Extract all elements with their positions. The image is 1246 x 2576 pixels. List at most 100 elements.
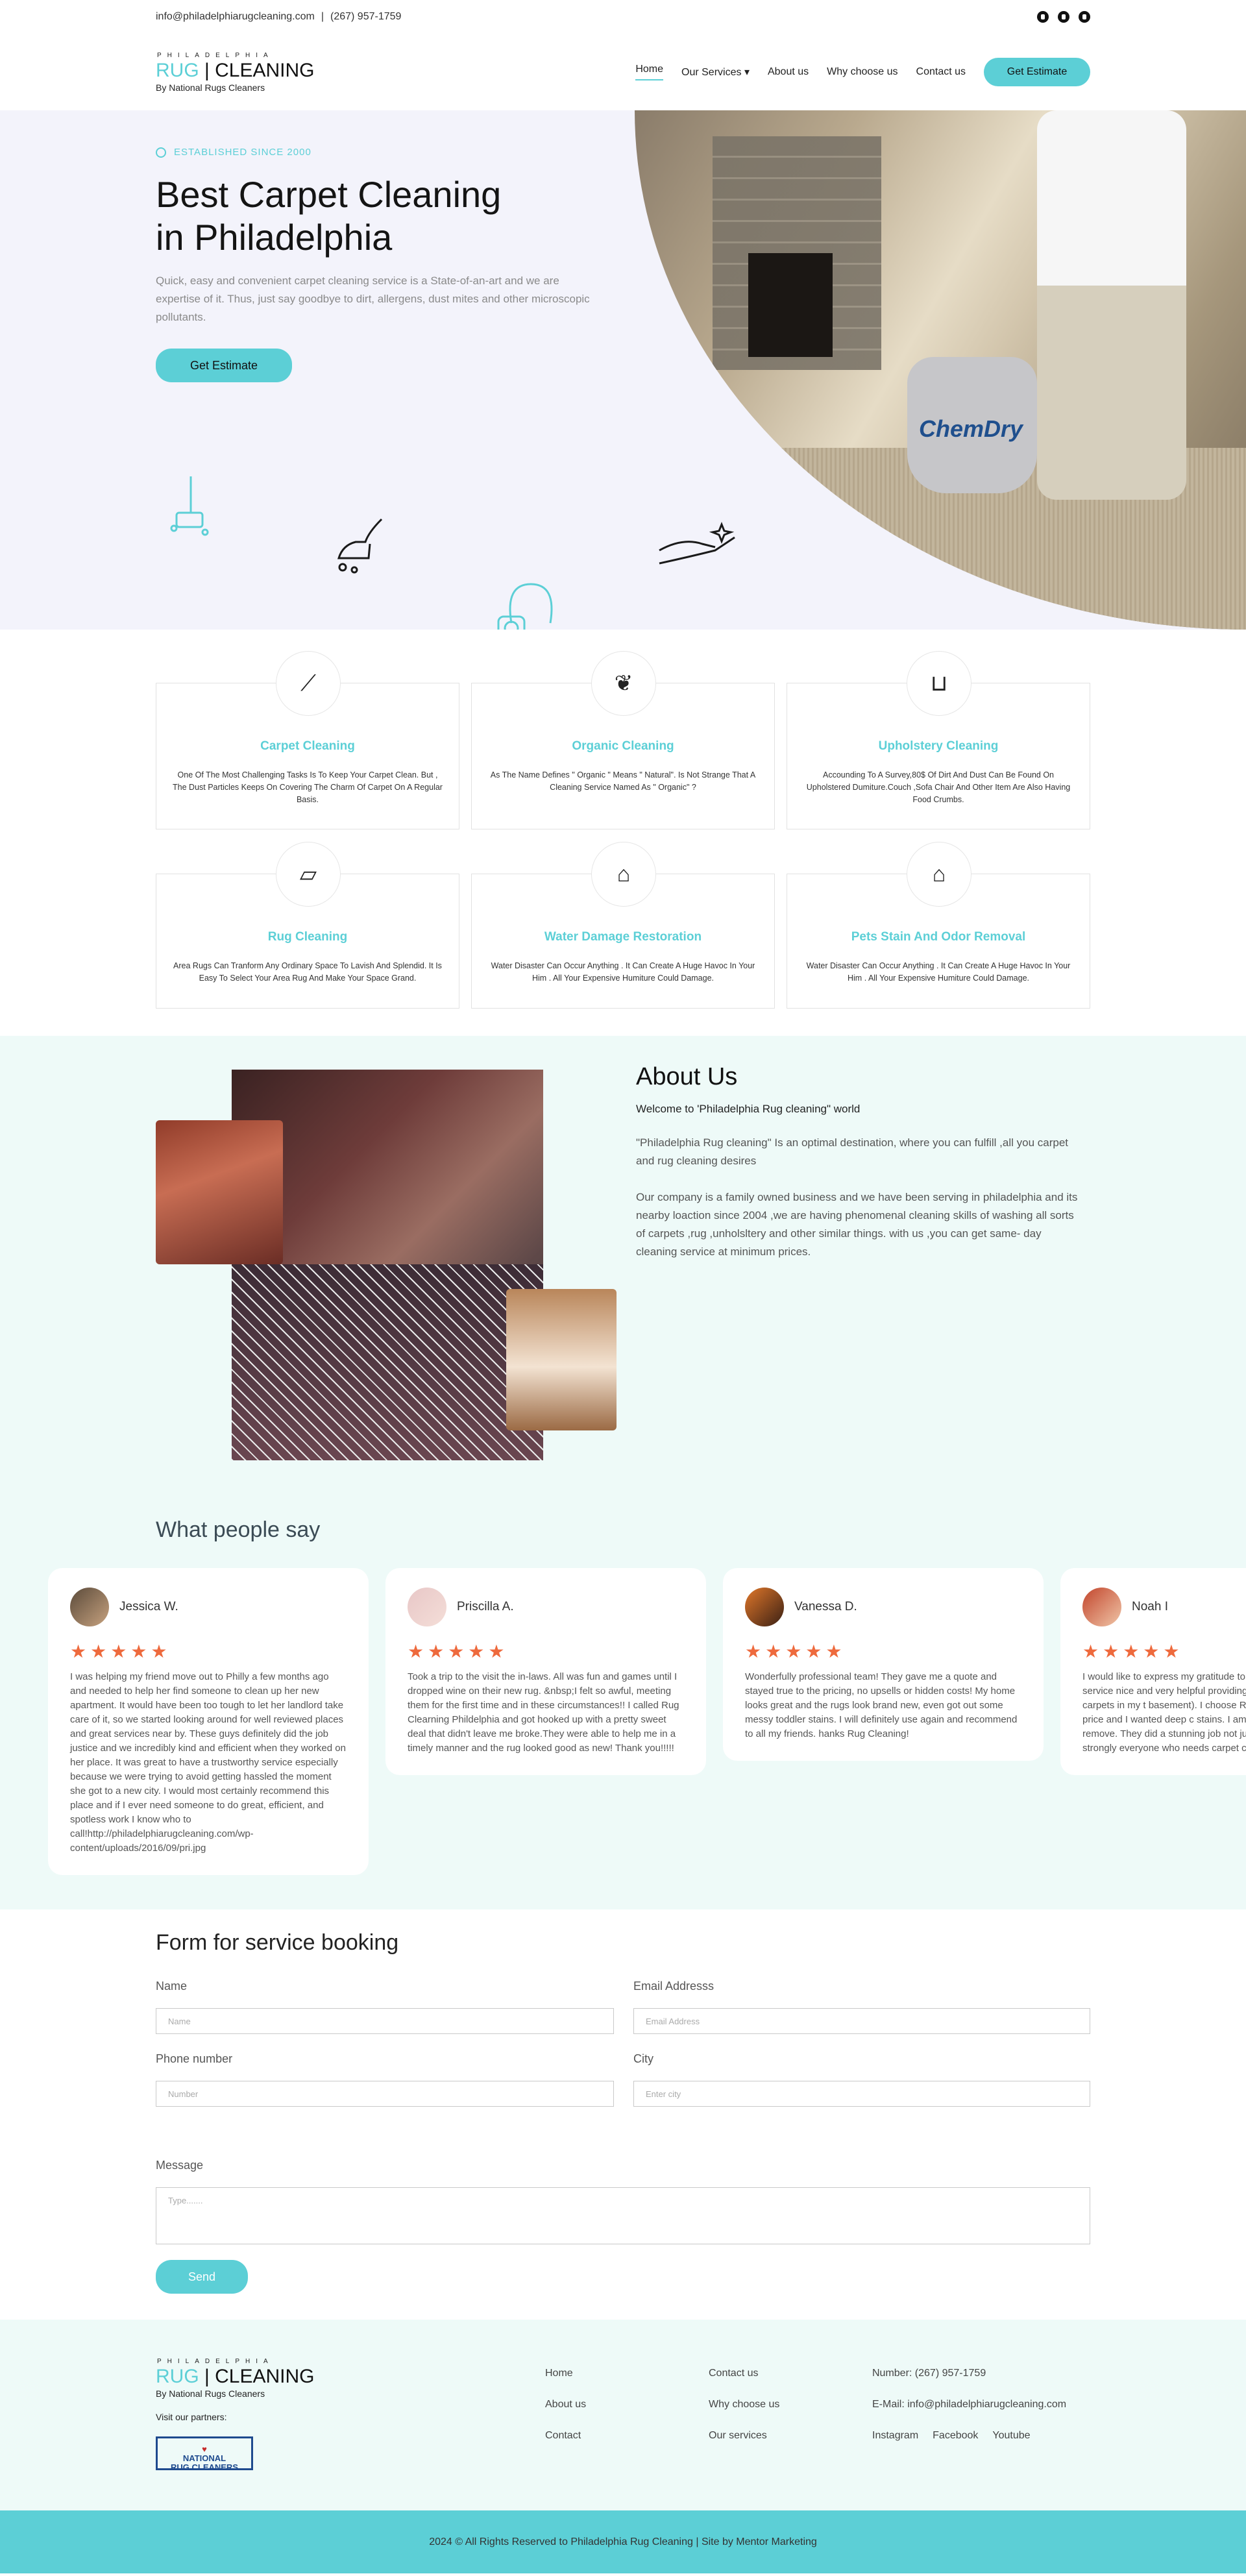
heart-icon: ♥	[202, 2444, 207, 2454]
main-nav: Home Our Services ▾ About us Why choose …	[635, 58, 1090, 86]
services-section: ⟋ Carpet Cleaning One Of The Most Challe…	[0, 630, 1246, 1036]
logo-line1: PHILADELPHIA	[157, 2358, 274, 2365]
about-title: About Us	[636, 1063, 738, 1090]
testimonial-author: Noah I	[1082, 1588, 1224, 1626]
hero-estimate-button[interactable]: Get Estimate	[156, 349, 292, 382]
nav-home[interactable]: Home	[635, 64, 664, 80]
service-card-water[interactable]: ⌂ Water Damage Restoration Water Disaste…	[471, 842, 775, 1009]
top-email-link[interactable]: info@philadelphiarugcleaning.com	[156, 11, 315, 23]
youtube-icon[interactable]	[1079, 11, 1090, 23]
footer-col-1: Home About us Contact	[545, 2368, 586, 2442]
footer-facebook-link[interactable]: Facebook	[933, 2430, 978, 2442]
logo-word1: RUG	[156, 59, 199, 81]
hero-title-line1: Best Carpet Cleaning	[156, 174, 502, 215]
testimonial-card: Jessica W. ★★★★★ I was helping my friend…	[48, 1568, 369, 1875]
booking-form-section: Form for service booking Name Name Email…	[0, 1909, 1246, 2320]
about-text: About Us Welcome to 'Philadelphia Rug cl…	[636, 1063, 1084, 1261]
footer-youtube-link[interactable]: Youtube	[992, 2430, 1030, 2442]
avatar	[408, 1588, 446, 1626]
logo-line3: By National Rugs Cleaners	[156, 82, 265, 93]
service-card-organic[interactable]: ❦ Organic Cleaning As The Name Defines "…	[471, 651, 775, 829]
hero-title-line2: in Philadelphia	[156, 217, 393, 258]
copyright-text: 2024 © All Rights Reserved to Philadelph…	[429, 2536, 817, 2547]
service-card-rug[interactable]: ▱ Rug Cleaning Area Rugs Can Tranform An…	[156, 842, 459, 1009]
nav-estimate-button[interactable]: Get Estimate	[984, 58, 1090, 86]
nav-our-services-label: Our Services	[681, 67, 742, 78]
footer-phone: Number: (267) 957-1759	[872, 2368, 986, 2379]
partner-name-2: RUG CLEANERS	[170, 2462, 238, 2472]
email-input[interactable]: Email Address	[633, 2008, 1090, 2034]
service-card-carpet[interactable]: ⟋ Carpet Cleaning One Of The Most Challe…	[156, 651, 459, 829]
footer-link-home[interactable]: Home	[545, 2368, 586, 2379]
message-textarea[interactable]: Type.......	[156, 2187, 1090, 2244]
hero-title: Best Carpet Cleaning in Philadelphia	[156, 173, 597, 259]
logo-line2: RUG | CLEANING	[156, 2367, 315, 2386]
footer-logo[interactable]: PHILADELPHIA RUG | CLEANING By National …	[156, 2358, 315, 2399]
site-header: PHILADELPHIA RUG | CLEANING By National …	[0, 34, 1246, 110]
testimonial-card: Noah I ★★★★★ I would like to express my …	[1060, 1568, 1246, 1775]
review-text: I was helping my friend move out to Phil…	[70, 1671, 346, 1854]
city-label: City	[633, 2052, 654, 2065]
footer-link-contact-us[interactable]: Contact us	[709, 2368, 779, 2379]
avatar	[1082, 1588, 1121, 1626]
footer-link-why-choose[interactable]: Why choose us	[709, 2399, 779, 2410]
rating-stars: ★★★★★	[408, 1641, 509, 1662]
testimonials-title: What people say	[156, 1517, 321, 1542]
leaf-icon: ❦	[591, 651, 656, 716]
nav-about[interactable]: About us	[768, 66, 809, 78]
reviewer-name: Noah I	[1132, 1600, 1168, 1613]
phone-input[interactable]: Number	[156, 2081, 614, 2107]
name-label: Name	[156, 1980, 188, 1993]
top-separator: |	[321, 11, 324, 22]
name-input[interactable]: Name	[156, 2008, 614, 2034]
review-text: Wonderfully professional team! They gave…	[745, 1671, 1018, 1739]
logo-divider: |	[199, 59, 215, 81]
hero-lead: Quick, easy and convenient carpet cleani…	[156, 275, 590, 323]
top-bar: info@philadelphiarugcleaning.com | (267)…	[0, 0, 1246, 34]
copyright-bar: 2024 © All Rights Reserved to Philadelph…	[0, 2510, 1246, 2573]
footer-link-about[interactable]: About us	[545, 2399, 586, 2410]
flooded-house-icon: ⌂	[591, 842, 656, 907]
logo-word2: CLEANING	[215, 2366, 315, 2387]
site-footer: PHILADELPHIA RUG | CLEANING By National …	[0, 2320, 1246, 2510]
logo-word2: CLEANING	[215, 59, 315, 81]
footer-instagram-link[interactable]: Instagram	[872, 2430, 918, 2442]
service-text: One Of The Most Challenging Tasks Is To …	[173, 770, 443, 804]
footer-link-contact[interactable]: Contact	[545, 2430, 586, 2442]
testimonial-author: Vanessa D.	[745, 1588, 1021, 1626]
footer-link-services[interactable]: Our services	[709, 2430, 779, 2442]
mop-icon	[170, 476, 209, 536]
logo-divider: |	[199, 2366, 215, 2387]
top-phone-link[interactable]: (267) 957-1759	[330, 11, 401, 23]
logo-line2: RUG | CLEANING	[156, 59, 315, 81]
chevron-down-icon: ▾	[744, 67, 750, 78]
avatar	[70, 1588, 109, 1626]
check-circle-icon	[156, 147, 166, 158]
service-text: Accounding To A Survey,80$ Of Dirt And D…	[806, 770, 1071, 804]
footer-col-3: Number: (267) 957-1759 E-Mail: info@phil…	[872, 2368, 1066, 2442]
nav-our-services[interactable]: Our Services ▾	[681, 66, 750, 79]
instagram-icon[interactable]	[1058, 11, 1069, 23]
partner-logo[interactable]: ♥ NATIONAL RUG CLEANERS	[156, 2436, 253, 2472]
service-title: Water Damage Restoration	[544, 930, 702, 944]
review-text: I would like to express my gratitude to …	[1082, 1671, 1246, 1754]
site-logo[interactable]: PHILADELPHIA RUG | CLEANING By National …	[156, 52, 315, 93]
service-text: As The Name Defines " Organic " Means " …	[490, 770, 756, 792]
logo-word1: RUG	[156, 2366, 199, 2387]
vacuum-icon	[497, 583, 553, 630]
rating-stars: ★★★★★	[70, 1641, 171, 1662]
testimonial-card: Priscilla A. ★★★★★ Took a trip to the vi…	[385, 1568, 706, 1775]
hero-section: ESTABLISHED SINCE 2000 Best Carpet Clean…	[0, 110, 1246, 630]
service-card-pets[interactable]: ⌂ Pets Stain And Odor Removal Water Disa…	[787, 842, 1090, 1009]
nav-contact[interactable]: Contact us	[916, 66, 966, 78]
vacuum-brush-icon	[337, 518, 383, 574]
nav-why-choose[interactable]: Why choose us	[827, 66, 898, 78]
testimonial-card: Vanessa D. ★★★★★ Wonderfully professiona…	[723, 1568, 1044, 1761]
city-input[interactable]: Enter city	[633, 2081, 1090, 2107]
service-card-upholstery[interactable]: ⊔ Upholstery Cleaning Accounding To A Su…	[787, 651, 1090, 829]
about-welcome: Welcome to 'Philadelphia Rug cleaning" w…	[636, 1103, 861, 1115]
send-button[interactable]: Send	[156, 2260, 248, 2294]
hero-photo-hearth	[748, 253, 833, 357]
about-paragraph-1: "Philadelphia Rug cleaning" Is an optima…	[636, 1136, 1069, 1167]
facebook-icon[interactable]	[1037, 11, 1049, 23]
